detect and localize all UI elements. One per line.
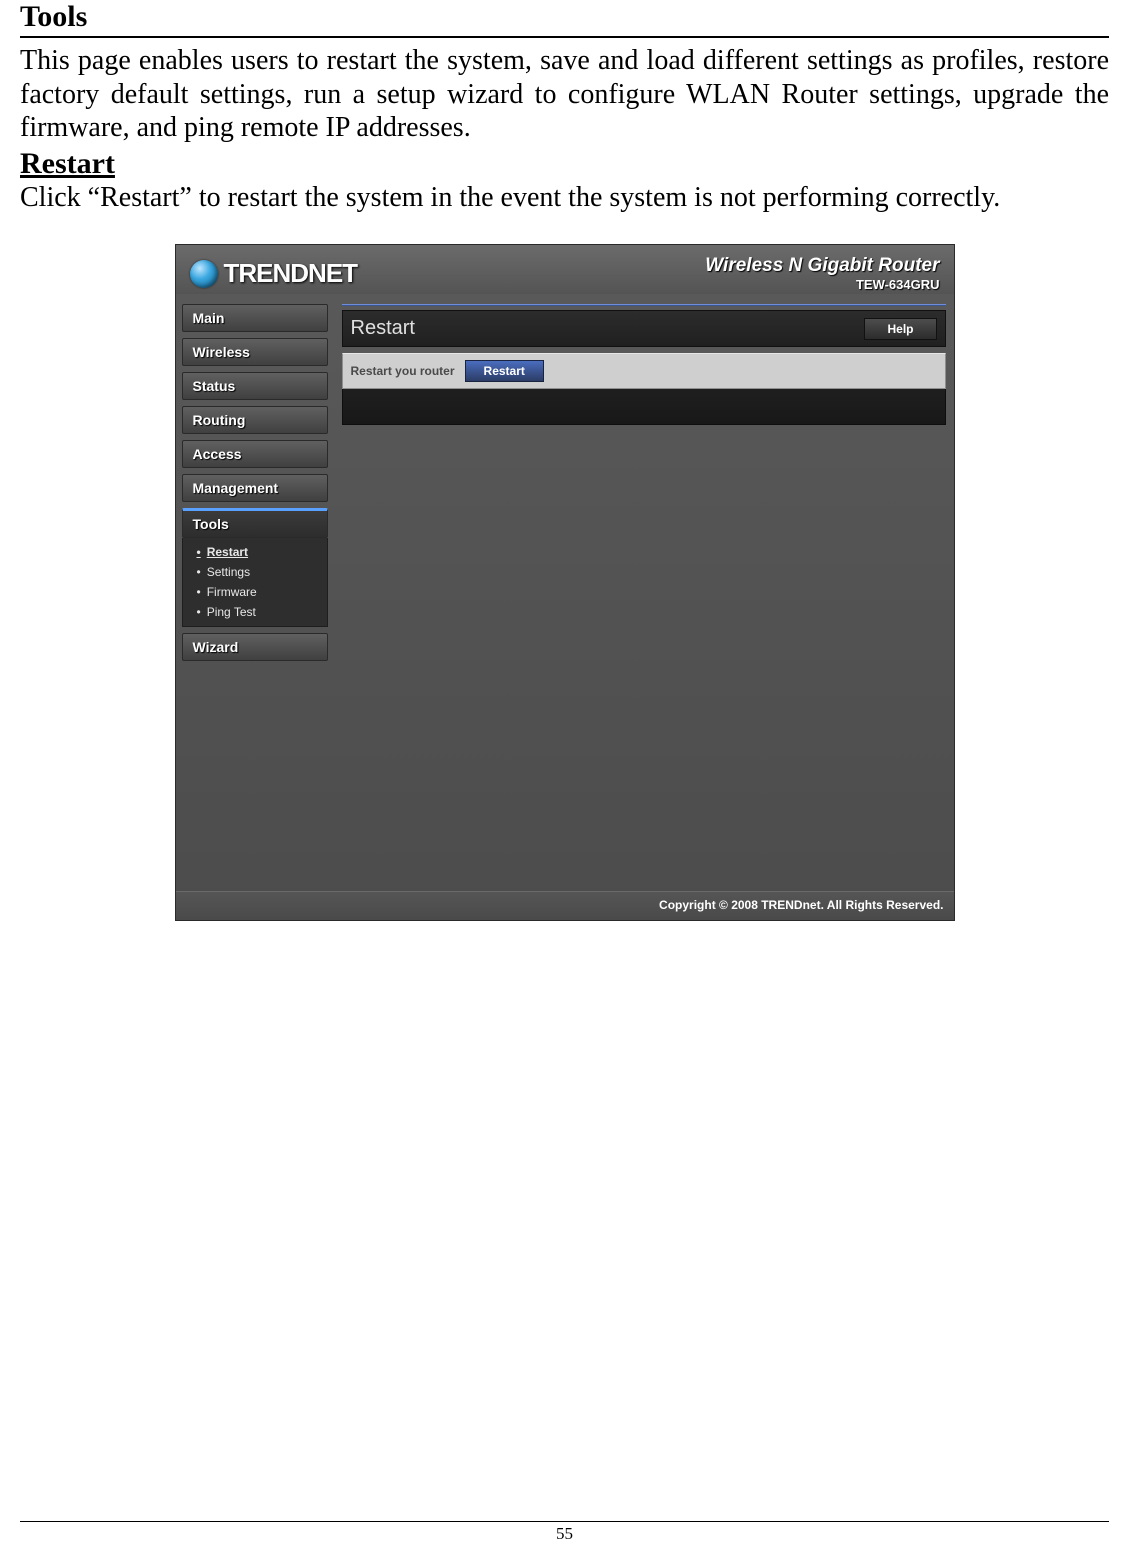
subnav-ping-test[interactable]: • Ping Test — [183, 602, 327, 622]
restart-row: Restart you router Restart — [342, 353, 946, 389]
product-model: TEW-634GRU — [705, 277, 939, 292]
globe-icon — [190, 260, 218, 288]
intro-paragraph: This page enables users to restart the s… — [20, 44, 1109, 145]
content-header: Restart Help — [342, 310, 946, 347]
bullet-icon: • — [197, 565, 201, 579]
sidebar-nav: Main Wireless Status Routing Access Mana… — [176, 300, 334, 671]
screenshot-figure: TRENDNET Wireless N Gigabit Router TEW-6… — [20, 244, 1109, 921]
content-empty-region — [342, 389, 946, 425]
brand-logo: TRENDNET — [190, 258, 358, 289]
page-number-footer: 55 — [20, 1521, 1109, 1544]
page-number: 55 — [556, 1524, 573, 1543]
brand-name: TRENDNET — [224, 258, 358, 289]
content-title: Restart — [351, 317, 415, 340]
nav-management[interactable]: Management — [182, 474, 328, 502]
nav-wireless[interactable]: Wireless — [182, 338, 328, 366]
nav-main[interactable]: Main — [182, 304, 328, 332]
subnav-label: Ping Test — [207, 605, 256, 619]
product-title: Wireless N Gigabit Router — [705, 255, 939, 277]
nav-wizard[interactable]: Wizard — [182, 633, 328, 661]
bullet-icon: • — [197, 605, 201, 619]
restart-button[interactable]: Restart — [465, 360, 544, 382]
router-header: TRENDNET Wireless N Gigabit Router TEW-6… — [176, 245, 954, 294]
router-body: Main Wireless Status Routing Access Mana… — [176, 294, 954, 671]
nav-status[interactable]: Status — [182, 372, 328, 400]
router-admin-window: TRENDNET Wireless N Gigabit Router TEW-6… — [175, 244, 955, 921]
restart-row-label: Restart you router — [351, 364, 455, 378]
nav-tools[interactable]: Tools — [182, 508, 328, 538]
nav-access[interactable]: Access — [182, 440, 328, 468]
nav-routing[interactable]: Routing — [182, 406, 328, 434]
bullet-icon: • — [197, 545, 201, 559]
content-divider — [342, 304, 946, 306]
product-header: Wireless N Gigabit Router TEW-634GRU — [705, 255, 939, 292]
restart-paragraph: Click “Restart” to restart the system in… — [20, 181, 1109, 215]
section-title: Tools — [20, 0, 1109, 38]
help-button[interactable]: Help — [864, 318, 936, 340]
bullet-icon: • — [197, 585, 201, 599]
router-footer: Copyright © 2008 TRENDnet. All Rights Re… — [176, 891, 954, 920]
subnav-label: Firmware — [207, 585, 257, 599]
subnav-restart[interactable]: • Restart — [183, 542, 327, 562]
subnav-label: Settings — [207, 565, 250, 579]
subnav-label: Restart — [207, 545, 248, 559]
subnav-settings[interactable]: • Settings — [183, 562, 327, 582]
content-area: Restart Help Restart you router Restart — [334, 300, 954, 671]
restart-subtitle: Restart — [20, 147, 1109, 181]
tools-submenu: • Restart • Settings • Firmware • Ping Test — [182, 538, 328, 627]
subnav-firmware[interactable]: • Firmware — [183, 582, 327, 602]
